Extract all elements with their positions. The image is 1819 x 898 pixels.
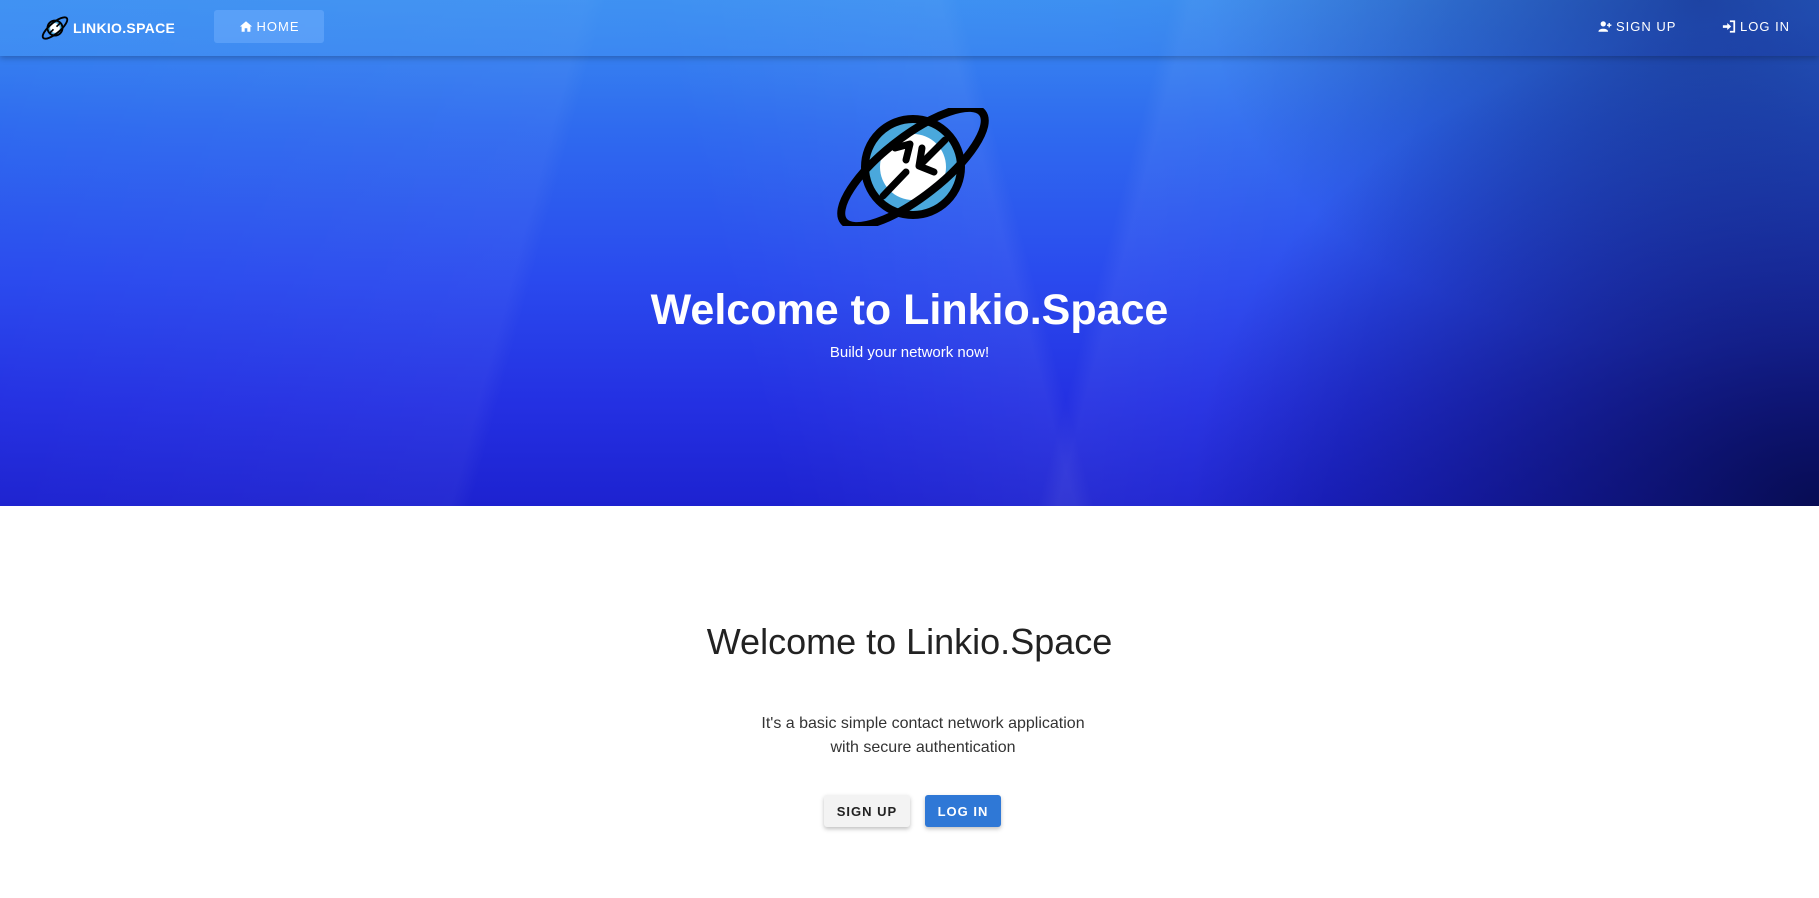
brand-link[interactable]: LINKIO.SPACE <box>40 14 175 42</box>
nav-home-label: HOME <box>256 19 300 34</box>
home-icon <box>239 21 252 32</box>
hero-title: Welcome to Linkio.Space <box>650 286 1169 334</box>
brand-name: LINKIO.SPACE <box>73 20 176 36</box>
nav-home-button[interactable]: HOME <box>214 10 324 43</box>
app-description: It's a basic simple contact network appl… <box>0 712 1819 760</box>
description-line-1: It's a basic simple contact network appl… <box>761 715 1085 732</box>
planet-arrows-icon <box>41 16 69 40</box>
planet-arrows-icon <box>837 108 989 226</box>
hero-banner: LINKIO.SPACE HOME SIGN UP LOG IN Welcome… <box>0 0 1819 506</box>
nav-login-label: LOG IN <box>1740 19 1791 34</box>
nav-login-link[interactable]: LOG IN <box>1722 10 1790 43</box>
top-navbar: LINKIO.SPACE HOME SIGN UP LOG IN <box>0 0 1819 56</box>
user-plus-icon <box>1598 21 1612 32</box>
hero-subtitle: Build your network now! <box>829 344 990 361</box>
signup-button[interactable]: SIGN UP <box>824 795 910 827</box>
nav-signup-link[interactable]: SIGN UP <box>1598 10 1676 43</box>
login-button[interactable]: LOG IN <box>925 795 1001 827</box>
page-title: Welcome to Linkio.Space <box>706 621 1113 662</box>
description-line-2: with secure authentication <box>830 739 1016 756</box>
sign-in-icon <box>1722 20 1736 33</box>
nav-signup-label: SIGN UP <box>1616 19 1677 34</box>
